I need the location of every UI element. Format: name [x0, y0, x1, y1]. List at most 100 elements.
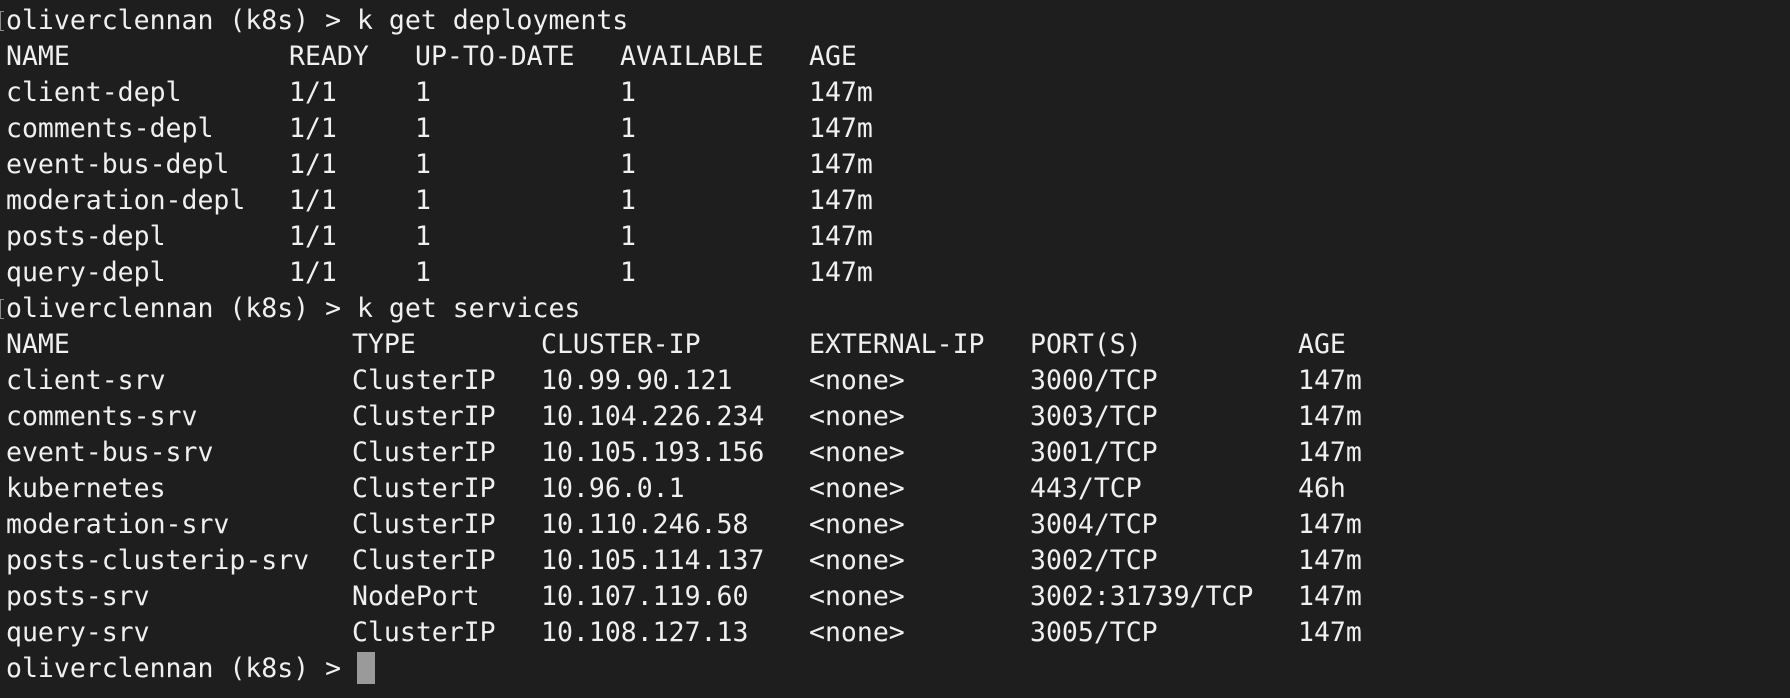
table-row: moderation-depl 1/1 1 1 147m: [0, 183, 1790, 219]
column-header: UP-TO-DATE: [415, 41, 575, 72]
service-name: posts-clusterip-srv: [6, 545, 310, 576]
service-ports: 443/TCP: [1030, 473, 1142, 504]
prompt-text: oliverclennan (k8s) > k get services: [6, 293, 581, 324]
service-name: event-bus-srv: [6, 437, 214, 468]
prompt-input[interactable]: oliverclennan (k8s) >: [6, 651, 375, 687]
deployment-name: event-bus-depl: [6, 149, 230, 180]
deployment-age: 147m: [809, 185, 873, 216]
deployment-age: 147m: [809, 149, 873, 180]
table-row: query-depl 1/1 1 1 147m: [0, 255, 1790, 291]
service-name: posts-srv: [6, 581, 150, 612]
deployment-ready: 1/1: [289, 221, 337, 252]
service-external-ip: <none>: [809, 509, 905, 540]
deployment-age: 147m: [809, 221, 873, 252]
column-header: NAME: [6, 41, 70, 72]
service-age: 147m: [1298, 545, 1362, 576]
deployment-name: comments-depl: [6, 113, 214, 144]
service-cluster-ip: 10.99.90.121: [541, 365, 733, 396]
service-external-ip: <none>: [809, 437, 905, 468]
deployment-age: 147m: [809, 113, 873, 144]
service-age: 147m: [1298, 509, 1362, 540]
service-external-ip: <none>: [809, 581, 905, 612]
service-age: 147m: [1298, 401, 1362, 432]
service-type: ClusterIP: [352, 545, 496, 576]
service-type: NodePort: [352, 581, 480, 612]
service-ports: 3003/TCP: [1030, 401, 1158, 432]
table-row: posts-depl 1/1 1 1 147m: [0, 219, 1790, 255]
service-type: ClusterIP: [352, 437, 496, 468]
service-type: ClusterIP: [352, 365, 496, 396]
command-mark-icon: [0, 11, 4, 31]
deployment-name: client-depl: [6, 77, 182, 108]
prompt-text: oliverclennan (k8s) > k get deployments: [6, 5, 629, 36]
terminal-window[interactable]: oliverclennan (k8s) > k get deployments …: [0, 0, 1790, 698]
service-cluster-ip: 10.104.226.234: [541, 401, 765, 432]
table-row: event-bus-srv ClusterIP 10.105.193.156 <…: [0, 435, 1790, 471]
service-age: 147m: [1298, 581, 1362, 612]
table-row: event-bus-depl 1/1 1 1 147m: [0, 147, 1790, 183]
deployments-table-header: NAME READY UP-TO-DATE AVAILABLE AGE: [0, 39, 1790, 75]
service-cluster-ip: 10.105.114.137: [541, 545, 765, 576]
service-name: kubernetes: [6, 473, 166, 504]
deployment-ready: 1/1: [289, 149, 337, 180]
command-mark-icon: [0, 299, 4, 319]
prompt-text: oliverclennan (k8s) >: [6, 653, 357, 684]
service-ports: 3004/TCP: [1030, 509, 1158, 540]
table-row: query-srv ClusterIP 10.108.127.13 <none>…: [0, 615, 1790, 651]
services-table-header: NAME TYPE CLUSTER-IP EXTERNAL-IP PORT(S)…: [0, 327, 1790, 363]
deployment-up-to-date: 1: [415, 257, 431, 288]
deployment-available: 1: [620, 113, 636, 144]
deployment-up-to-date: 1: [415, 77, 431, 108]
deployment-ready: 1/1: [289, 77, 337, 108]
service-cluster-ip: 10.105.193.156: [541, 437, 765, 468]
service-ports: 3001/TCP: [1030, 437, 1158, 468]
command-line: oliverclennan (k8s) > k get deployments: [0, 3, 1790, 39]
service-type: ClusterIP: [352, 509, 496, 540]
deployment-ready: 1/1: [289, 185, 337, 216]
service-age: 147m: [1298, 365, 1362, 396]
deployment-age: 147m: [809, 257, 873, 288]
column-header: AGE: [1298, 329, 1346, 360]
service-cluster-ip: 10.107.119.60: [541, 581, 749, 612]
deployment-available: 1: [620, 149, 636, 180]
table-row: moderation-srv ClusterIP 10.110.246.58 <…: [0, 507, 1790, 543]
deployment-ready: 1/1: [289, 257, 337, 288]
column-header: READY: [289, 41, 369, 72]
service-cluster-ip: 10.96.0.1: [541, 473, 685, 504]
service-cluster-ip: 10.110.246.58: [541, 509, 749, 540]
column-header: AGE: [809, 41, 857, 72]
table-row: comments-srv ClusterIP 10.104.226.234 <n…: [0, 399, 1790, 435]
deployment-name: moderation-depl: [6, 185, 246, 216]
column-header: NAME: [6, 329, 70, 360]
column-header: AVAILABLE: [620, 41, 764, 72]
active-command-line[interactable]: oliverclennan (k8s) >: [0, 651, 1790, 687]
service-age: 46h: [1298, 473, 1346, 504]
service-type: ClusterIP: [352, 473, 496, 504]
table-row: kubernetes ClusterIP 10.96.0.1 <none> 44…: [0, 471, 1790, 507]
deployment-available: 1: [620, 77, 636, 108]
deployment-up-to-date: 1: [415, 185, 431, 216]
deployment-up-to-date: 1: [415, 221, 431, 252]
service-name: query-srv: [6, 617, 150, 648]
service-external-ip: <none>: [809, 473, 905, 504]
column-header: TYPE: [352, 329, 416, 360]
service-external-ip: <none>: [809, 617, 905, 648]
deployment-available: 1: [620, 185, 636, 216]
table-row: posts-clusterip-srv ClusterIP 10.105.114…: [0, 543, 1790, 579]
deployment-name: posts-depl: [6, 221, 166, 252]
table-row: client-depl 1/1 1 1 147m: [0, 75, 1790, 111]
cursor-block[interactable]: [357, 651, 375, 684]
service-ports: 3002:31739/TCP: [1030, 581, 1254, 612]
service-type: ClusterIP: [352, 617, 496, 648]
service-cluster-ip: 10.108.127.13: [541, 617, 749, 648]
deployment-available: 1: [620, 257, 636, 288]
service-ports: 3005/TCP: [1030, 617, 1158, 648]
table-row: comments-depl 1/1 1 1 147m: [0, 111, 1790, 147]
column-header: PORT(S): [1030, 329, 1142, 360]
column-header: EXTERNAL-IP: [809, 329, 985, 360]
deployment-available: 1: [620, 221, 636, 252]
deployment-up-to-date: 1: [415, 149, 431, 180]
table-row: posts-srv NodePort 10.107.119.60 <none> …: [0, 579, 1790, 615]
deployment-name: query-depl: [6, 257, 166, 288]
service-name: client-srv: [6, 365, 166, 396]
